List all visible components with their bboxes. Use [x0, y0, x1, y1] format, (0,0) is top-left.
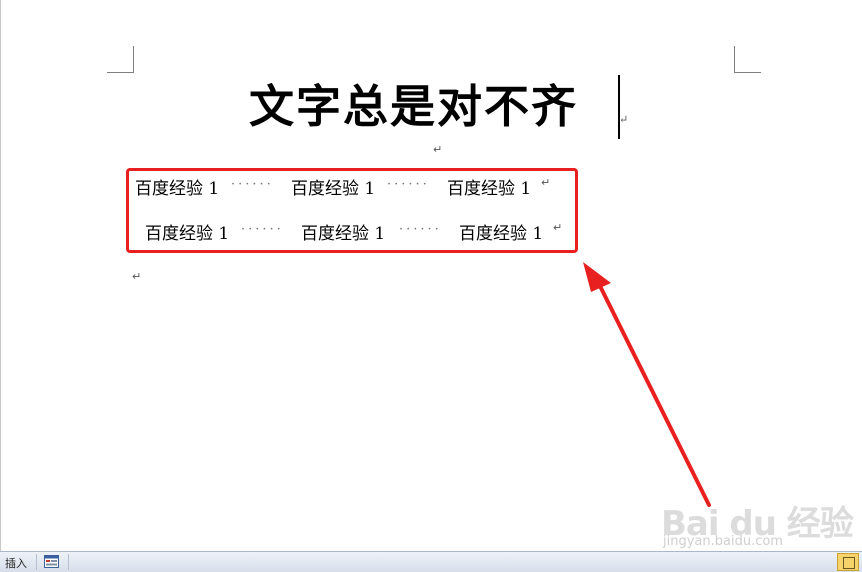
macro-record-icon[interactable] [44, 555, 59, 568]
baidu-watermark: Bai du 经验 jingyan.baidu.com [661, 478, 861, 553]
status-separator [68, 554, 69, 570]
status-bar: 插入 [0, 551, 862, 572]
print-layout-view-icon[interactable] [837, 553, 859, 571]
document-canvas[interactable]: 文字总是对不齐 ↵ ↵ 百度经验 1 ······ 百度经验 1 ······ … [0, 0, 862, 551]
status-separator [36, 554, 37, 570]
annotation-arrow [583, 262, 711, 507]
watermark-url: jingyan.baidu.com [663, 534, 783, 549]
insert-mode-indicator[interactable]: 插入 [5, 555, 27, 571]
